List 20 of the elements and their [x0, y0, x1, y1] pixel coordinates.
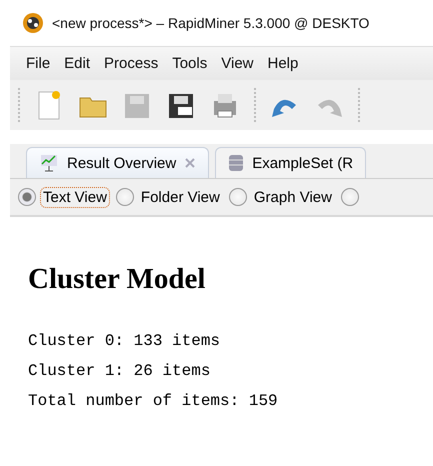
close-icon[interactable]: [184, 157, 196, 169]
menu-item[interactable]: Tools: [172, 55, 208, 72]
view-radio[interactable]: Folder View: [116, 186, 223, 208]
result-line: Cluster 1: 26 items: [28, 361, 212, 382]
database-icon: [228, 153, 244, 173]
menu-item[interactable]: Help: [268, 55, 298, 72]
view-radio[interactable]: Graph View: [228, 186, 335, 208]
window-title: <new process*> – RapidMiner 5.3.000 @ DESKTO: [52, 15, 370, 31]
menu-item[interactable]: Process: [104, 55, 158, 72]
tab[interactable]: ExampleSet (R: [215, 147, 366, 178]
chart-icon: [39, 153, 59, 173]
tab[interactable]: Result Overview: [26, 147, 210, 178]
result-line: Cluster 0: 133 items: [28, 331, 222, 352]
view-radio[interactable]: [340, 188, 359, 206]
app-logo-icon: [22, 12, 44, 34]
result-line: Total number of items: 159: [28, 391, 279, 412]
menu-item[interactable]: Edit: [64, 55, 90, 72]
menu-item[interactable]: File: [26, 55, 50, 72]
heading: Cluster Model: [28, 263, 206, 296]
menu-item[interactable]: View: [221, 55, 254, 72]
